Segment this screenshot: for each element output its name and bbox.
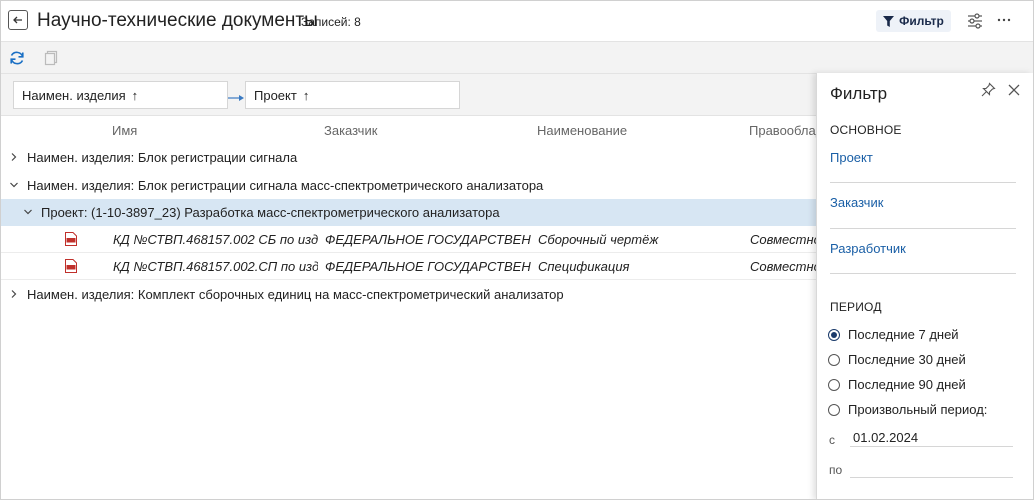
divider [830,273,1016,274]
chevron-right-icon[interactable] [8,288,20,300]
filter-field-project[interactable]: Проект [830,150,873,165]
column-header-rights[interactable]: Правооблад [749,123,823,138]
chevron-right-icon[interactable] [8,151,20,163]
group-row[interactable]: Наимен. изделия: Комплект сборочных един… [1,281,816,308]
filter-button[interactable]: Фильтр [876,10,951,32]
cell-title: Спецификация [538,259,630,274]
period-option-7[interactable]: Последние 7 дней [828,327,959,342]
radio-button[interactable] [828,353,840,366]
filter-panel-title: Фильтр [830,84,888,103]
settings-sliders-icon [968,13,982,29]
group-chip-label: Проект [254,87,297,103]
pdf-file-icon [65,259,77,273]
cell-title: Сборочный чертёж [538,232,659,247]
period-option-label: Последние 90 дней [848,377,966,392]
chevron-down-icon[interactable] [22,206,34,218]
subgroup-row-label: Проект: (1-10-3897_23) Разработка масс-с… [41,205,500,220]
date-to-label: по [829,463,843,477]
period-option-label: Последние 30 дней [848,352,966,367]
more-button[interactable] [996,11,1012,27]
cell-rights: Совместно [750,232,816,247]
column-header-title[interactable]: Наименование [537,123,627,138]
filter-field-customer[interactable]: Заказчик [830,195,883,210]
filter-field-developer[interactable]: Разработчик [830,241,906,256]
group-chip-project[interactable]: Проект ↑ [245,81,460,109]
group-connector-arrow-icon [228,95,244,101]
header: Научно-технические документы Записей: 8 … [1,1,1033,42]
settings-button[interactable] [966,12,984,30]
group-row[interactable]: Наимен. изделия: Блок регистрации сигнал… [1,144,816,171]
group-chip-product[interactable]: Наимен. изделия ↑ [13,81,228,109]
pdf-file-icon [65,232,77,246]
filter-panel: Фильтр ОСНОВНОЕ Проект Заказчик Разработ… [816,73,1033,499]
period-option-90[interactable]: Последние 90 дней [828,377,966,392]
divider [830,182,1016,183]
cell-name: КД №СТВП.468157.002 СБ по издел... [113,232,318,247]
divider [830,228,1016,229]
radio-button[interactable] [828,403,840,416]
sort-ascending-icon: ↑ [302,87,310,103]
group-chip-label: Наимен. изделия [22,87,126,103]
radio-button[interactable] [828,328,840,341]
group-row-label: Наимен. изделия: Блок регистрации сигнал… [27,150,298,165]
refresh-button[interactable] [8,49,26,67]
cell-name: КД №СТВП.468157.002.СП по издел... [113,259,318,274]
page-title: Научно-технические документы [37,10,318,31]
section-main-label: ОСНОВНОЕ [830,123,902,137]
date-to-input[interactable] [853,461,1013,477]
cell-customer: ФЕДЕРАЛЬНОЕ ГОСУДАРСТВЕННОЕ... [325,259,531,274]
date-from-underline [850,446,1013,447]
date-from-input[interactable]: 01.02.2024 [853,430,918,445]
date-to-underline [850,477,1013,478]
copy-icon [44,50,58,66]
date-from-label: с [829,433,835,447]
back-button[interactable] [8,10,28,30]
record-count: Записей: 8 [301,15,361,29]
period-option-30[interactable]: Последние 30 дней [828,352,966,367]
column-header-name[interactable]: Имя [112,123,137,138]
cell-rights: Совместно [750,259,816,274]
radio-button[interactable] [828,378,840,391]
chevron-down-icon[interactable] [8,179,20,191]
subgroup-row[interactable]: Проект: (1-10-3897_23) Разработка масс-с… [1,199,816,226]
cell-customer: ФЕДЕРАЛЬНОЕ ГОСУДАРСТВЕННОЕ... [325,232,531,247]
period-option-label: Последние 7 дней [848,327,959,342]
pin-icon[interactable] [980,82,996,98]
table-row[interactable]: КД №СТВП.468157.002 СБ по издел... ФЕДЕР… [1,226,816,253]
table-row[interactable]: КД №СТВП.468157.002.СП по издел... ФЕДЕР… [1,253,816,280]
back-arrow-icon [13,16,22,24]
group-row-label: Наимен. изделия: Комплект сборочных един… [27,287,564,302]
period-option-custom[interactable]: Произвольный период: [828,402,987,417]
sort-ascending-icon: ↑ [131,87,139,103]
column-header-customer[interactable]: Заказчик [324,123,377,138]
column-headers: Имя Заказчик Наименование Правооблад [1,116,823,144]
close-icon[interactable] [1007,83,1021,97]
filter-funnel-icon [883,15,895,27]
more-icon [997,18,1011,22]
period-option-label: Произвольный период: [848,402,988,417]
toolbar [1,42,1033,74]
filter-button-label: Фильтр [899,14,944,28]
copy-button[interactable] [43,49,59,67]
group-row[interactable]: Наимен. изделия: Блок регистрации сигнал… [1,172,816,199]
group-row-label: Наимен. изделия: Блок регистрации сигнал… [27,178,544,193]
app-window: Научно-технические документы Записей: 8 … [0,0,1034,500]
section-period-label: ПЕРИОД [830,300,882,314]
refresh-icon [10,51,24,65]
